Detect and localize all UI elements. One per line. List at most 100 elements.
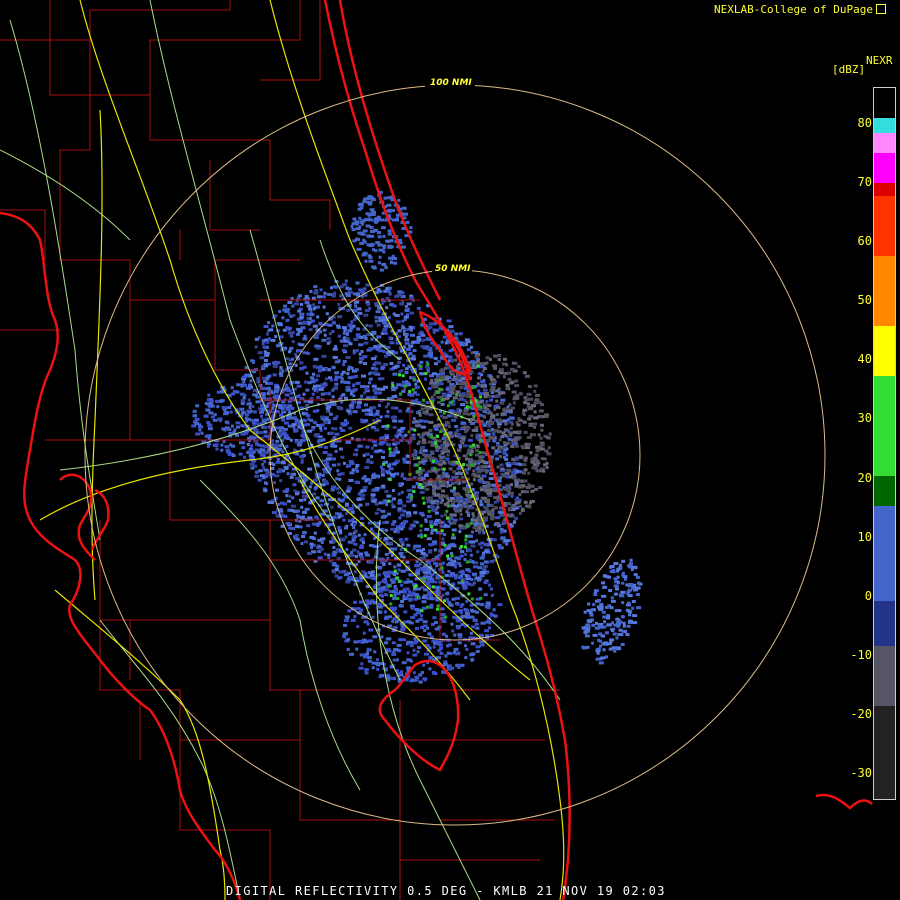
echo-pixel — [474, 622, 479, 626]
echo-pixel — [351, 228, 356, 232]
echo-pixel — [396, 383, 402, 387]
echo-pixel — [312, 372, 316, 376]
echo-pixel — [546, 452, 552, 456]
echo-pixel — [307, 516, 313, 520]
echo-pixel — [350, 224, 354, 228]
echo-pixel — [378, 449, 383, 453]
echo-pixel — [592, 608, 596, 612]
echo-pixel — [278, 508, 283, 511]
echo-pixel — [628, 613, 632, 617]
echo-pixel — [478, 480, 483, 484]
echo-pixel — [489, 491, 493, 495]
echo-pixel — [444, 443, 449, 446]
echo-pixel — [601, 594, 607, 598]
echo-pixel — [252, 393, 256, 397]
echo-pixel — [319, 288, 323, 292]
echo-pixel — [384, 537, 388, 540]
echo-pixel — [459, 439, 465, 443]
echo-pixel — [419, 524, 423, 528]
echo-pixel — [300, 458, 304, 462]
echo-pixel — [386, 673, 390, 677]
echo-pixel — [305, 404, 309, 407]
echo-pixel — [343, 632, 348, 636]
echo-pixel — [285, 445, 289, 448]
echo-pixel — [480, 373, 484, 377]
echo-pixel — [422, 577, 426, 581]
echo-pixel — [386, 494, 392, 498]
echo-pixel — [363, 640, 368, 644]
echo-pixel — [398, 579, 402, 583]
echo-pixel — [386, 209, 392, 213]
echo-pixel — [302, 531, 307, 535]
echo-pixel — [460, 475, 464, 479]
echo-pixel — [378, 349, 384, 353]
echo-pixel — [246, 386, 251, 390]
echo-pixel — [408, 621, 414, 625]
echo-pixel — [395, 441, 401, 445]
echo-pixel — [488, 488, 493, 492]
external-link-icon[interactable] — [875, 4, 886, 14]
echo-pixel — [458, 444, 462, 448]
echo-pixel — [446, 591, 450, 595]
echo-pixel — [347, 571, 351, 575]
echo-pixel — [374, 367, 379, 371]
echo-pixel — [364, 466, 370, 469]
echo-pixel — [206, 444, 210, 448]
echo-pixel — [592, 603, 596, 607]
echo-pixel — [515, 457, 519, 461]
echo-pixel — [446, 667, 452, 671]
echo-pixel — [255, 395, 260, 399]
echo-pixel — [412, 357, 417, 361]
echo-pixel — [346, 421, 349, 425]
echo-pixel — [391, 384, 395, 388]
echo-pixel — [545, 466, 549, 470]
echo-pixel — [328, 467, 332, 471]
echo-pixel — [356, 550, 360, 554]
echo-pixel — [613, 577, 618, 581]
echo-pixel — [200, 431, 204, 435]
echo-pixel — [308, 328, 313, 332]
echo-pixel — [263, 426, 268, 430]
echo-pixel — [613, 649, 617, 653]
echo-pixel — [356, 625, 360, 629]
echo-pixel — [439, 501, 443, 504]
echo-pixel — [467, 574, 471, 578]
echo-pixel — [518, 511, 522, 515]
echo-pixel — [454, 475, 459, 479]
echo-pixel — [419, 471, 423, 475]
echo-pixel — [445, 375, 449, 379]
echo-pixel — [408, 344, 414, 348]
echo-pixel — [272, 403, 276, 407]
echo-pixel — [392, 617, 396, 621]
echo-pixel — [607, 575, 611, 579]
echo-pixel — [426, 605, 429, 609]
echo-pixel — [474, 491, 479, 495]
echo-pixel — [416, 650, 420, 654]
echo-pixel — [388, 447, 392, 451]
echo-pixel — [331, 443, 335, 447]
echo-pixel — [479, 503, 484, 507]
echo-pixel — [523, 456, 528, 460]
echo-pixel — [305, 388, 310, 392]
echo-pixel — [371, 395, 375, 399]
echo-pixel — [325, 457, 331, 461]
echo-pixel — [485, 439, 491, 442]
echo-pixel — [625, 633, 630, 636]
echo-pixel — [244, 384, 248, 387]
echo-pixel — [365, 323, 369, 327]
echo-pixel — [406, 347, 411, 351]
echo-pixel — [409, 393, 415, 397]
echo-pixel — [351, 468, 356, 472]
echo-pixel — [239, 407, 245, 411]
echo-pixel — [610, 596, 614, 600]
echo-pixel — [342, 363, 346, 367]
echo-pixel — [246, 402, 252, 406]
echo-pixel — [469, 345, 473, 349]
echo-pixel — [310, 319, 315, 323]
echo-pixel — [434, 627, 440, 631]
echo-pixel — [411, 399, 416, 403]
echo-pixel — [296, 443, 302, 447]
echo-pixel — [443, 513, 447, 517]
echo-pixel — [627, 594, 633, 598]
echo-pixel — [412, 349, 417, 352]
